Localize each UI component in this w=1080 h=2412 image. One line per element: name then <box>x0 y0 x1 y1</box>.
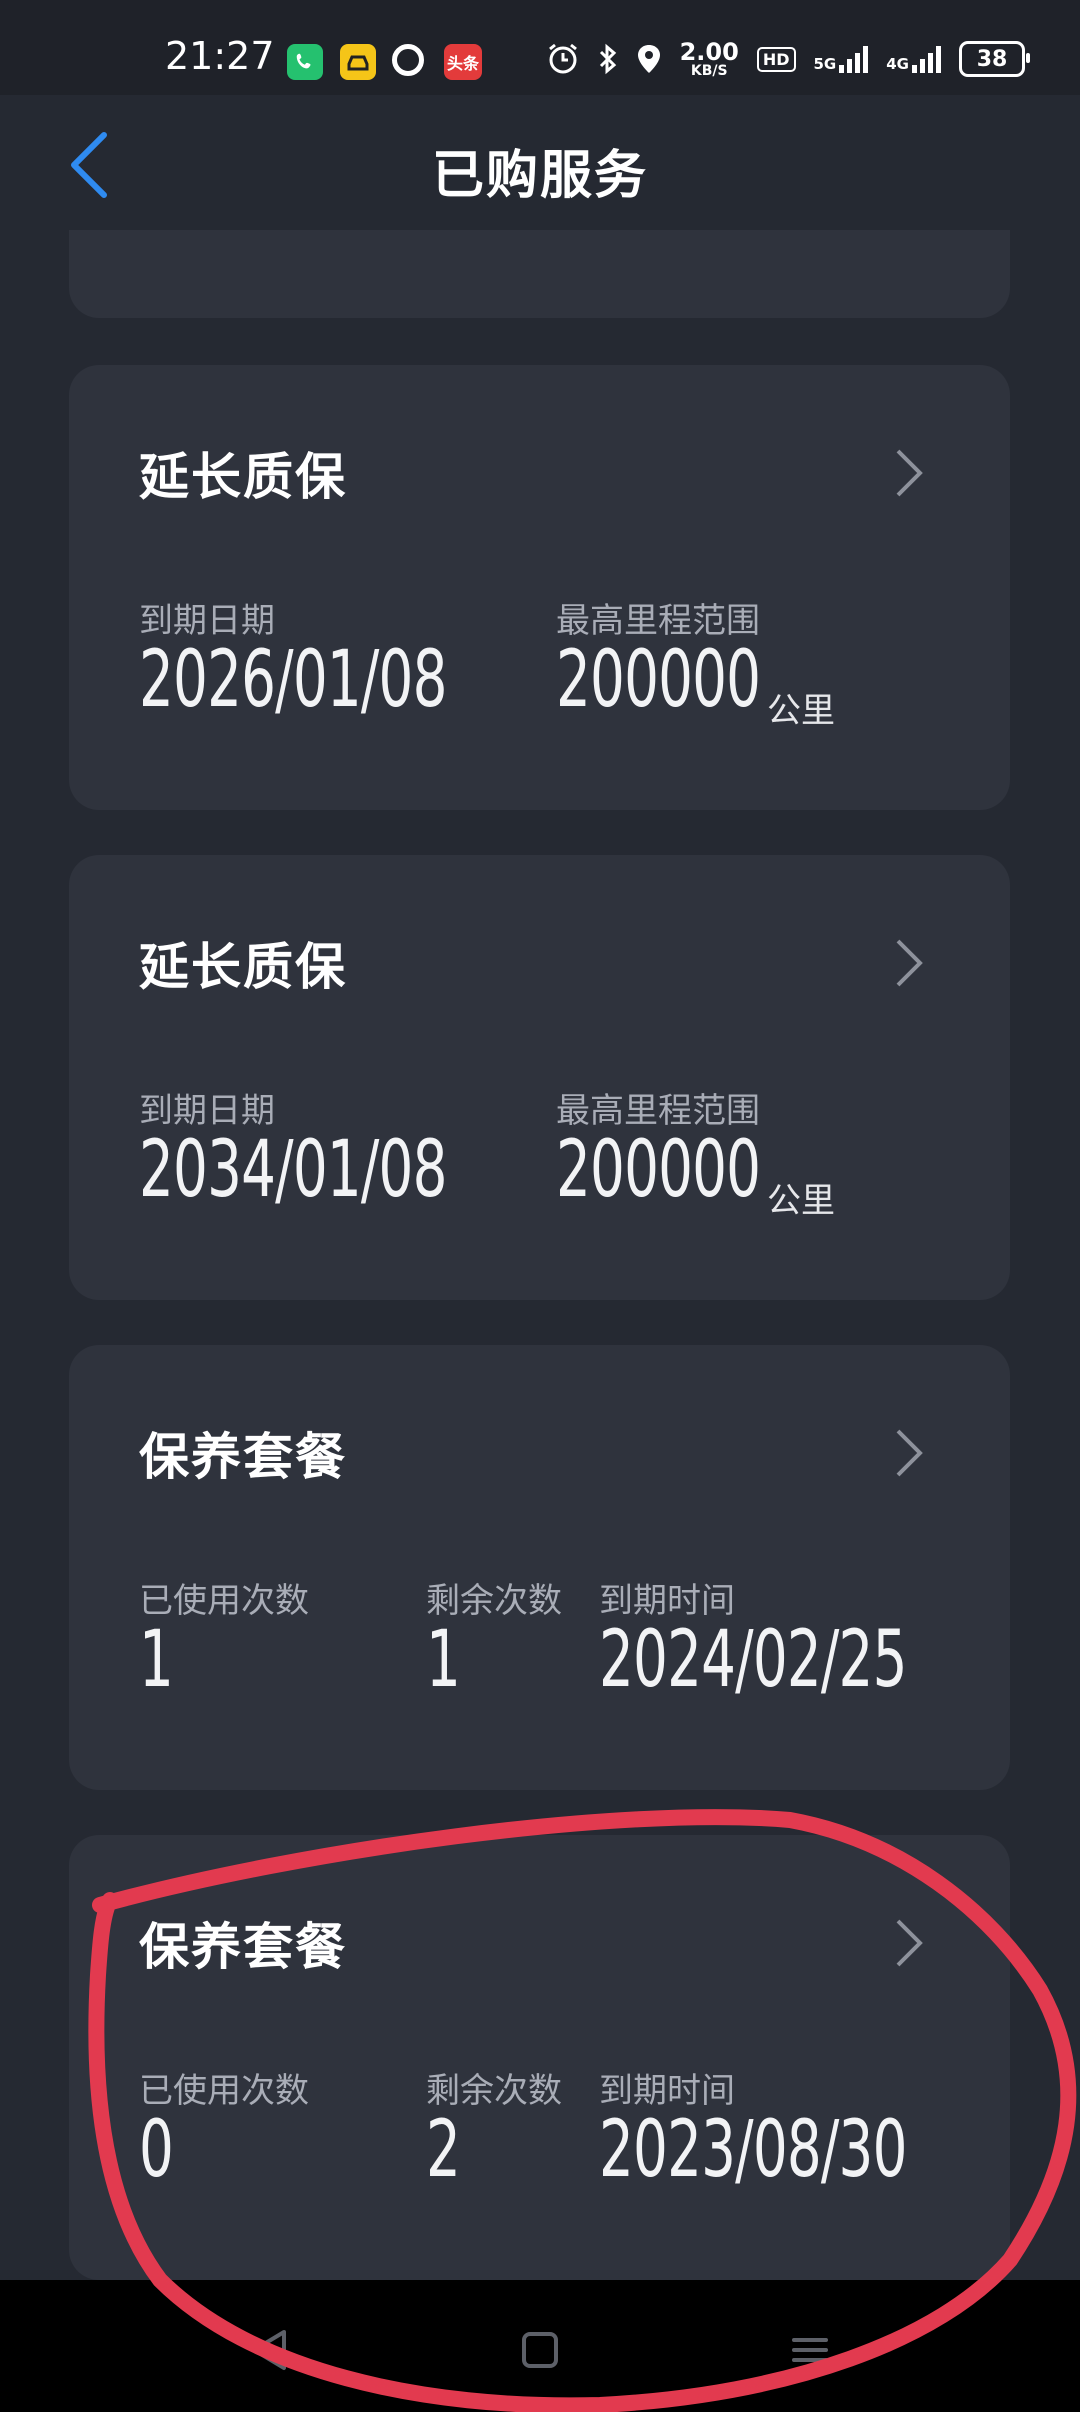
mileage-range-value: 200000 <box>556 1125 761 1215</box>
service-card-extended-warranty-2[interactable]: 延长质保 到期日期 2034/01/08 最高里程范围 200000 公里 <box>69 855 1010 1300</box>
net-type-2: 4G <box>886 55 909 73</box>
system-nav-bar <box>0 2280 1080 2412</box>
car-app-icon <box>340 44 376 80</box>
speed-value: 2.00 <box>679 38 739 66</box>
network-speed: 2.00 KB/S <box>680 40 739 78</box>
mileage-unit: 公里 <box>767 1181 835 1221</box>
card-title: 延长质保 <box>139 938 347 996</box>
news-app-icon: 头条 <box>444 44 482 80</box>
service-list[interactable]: 延长质保 到期日期 2026/01/08 最高里程范围 200000 公里 延长… <box>0 95 1080 2280</box>
chevron-right-icon[interactable] <box>890 443 930 503</box>
chevron-right-icon[interactable] <box>890 1423 930 1483</box>
status-time: 21:27 <box>165 34 275 78</box>
alarm-icon <box>546 42 580 76</box>
expiry-time-value: 2023/08/30 <box>599 2105 907 2195</box>
signal-4g-icon: 4G <box>886 45 941 73</box>
speed-unit: KB/S <box>690 63 728 79</box>
used-count-value: 1 <box>139 1615 174 1705</box>
nav-menu-icon[interactable] <box>780 2320 840 2380</box>
battery-icon: 38 <box>959 41 1030 77</box>
service-card-maintenance-package-2[interactable]: 保养套餐 已使用次数 0 剩余次数 2 到期时间 2023/08/30 <box>69 1835 1010 2280</box>
status-bar: 21:27 头条 2.00 KB/S HD 5G 4G 38 <box>0 0 1080 95</box>
expiry-date-value: 2034/01/08 <box>139 1125 447 1215</box>
mileage-range-value: 200000 <box>556 635 761 725</box>
remaining-count-value: 2 <box>426 2105 461 2195</box>
expiry-time-value: 2024/02/25 <box>599 1615 907 1705</box>
bluetooth-icon <box>598 43 618 75</box>
service-card-extended-warranty-1[interactable]: 延长质保 到期日期 2026/01/08 最高里程范围 200000 公里 <box>69 365 1010 810</box>
nav-back-icon[interactable] <box>240 2320 300 2380</box>
expiry-date-value: 2026/01/08 <box>139 635 447 725</box>
net-type-1: 5G <box>813 55 837 73</box>
nav-home-icon[interactable] <box>510 2320 570 2380</box>
chevron-right-icon[interactable] <box>890 1913 930 1973</box>
mileage-unit: 公里 <box>767 691 835 731</box>
location-icon <box>636 43 662 75</box>
hd-voice-icon: HD <box>756 46 796 72</box>
card-title: 保养套餐 <box>139 1918 347 1976</box>
service-card-maintenance-package-1[interactable]: 保养套餐 已使用次数 1 剩余次数 1 到期时间 2024/02/25 <box>69 1345 1010 1790</box>
used-count-value: 0 <box>139 2105 174 2195</box>
remaining-count-value: 1 <box>426 1615 461 1705</box>
signal-5g-icon: 5G <box>814 45 869 73</box>
card-title: 延长质保 <box>139 448 347 506</box>
phone-app-icon <box>287 44 323 80</box>
page-title: 已购服务 <box>431 146 648 206</box>
card-title: 保养套餐 <box>139 1428 347 1486</box>
q-app-icon <box>392 44 424 76</box>
chevron-right-icon[interactable] <box>890 933 930 993</box>
app-header: 已购服务 <box>0 95 1080 230</box>
battery-level: 38 <box>976 46 1008 72</box>
